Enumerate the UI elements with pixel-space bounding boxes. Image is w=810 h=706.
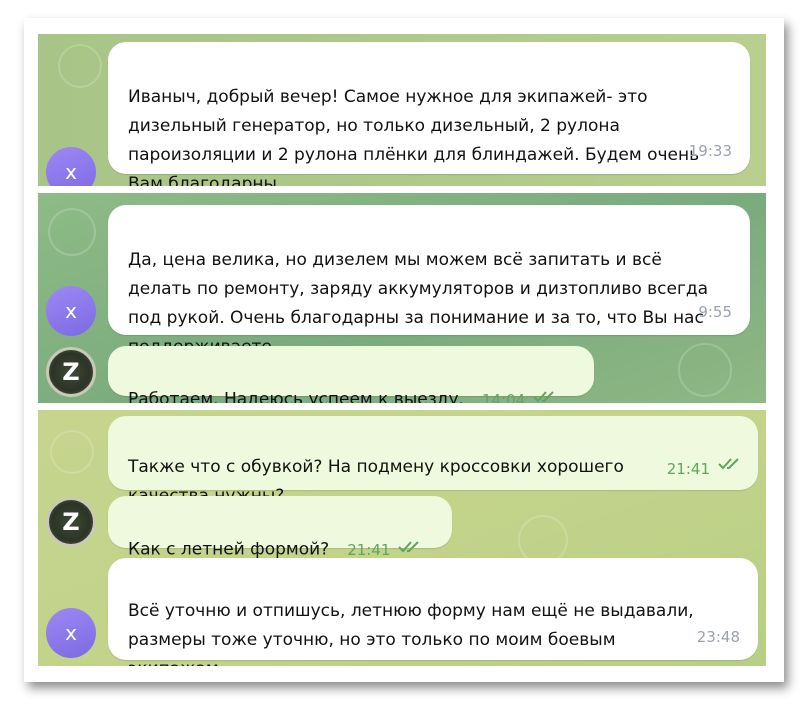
message-time: 19:33 <box>688 142 732 160</box>
avatar-letter: Z <box>62 358 80 386</box>
avatar-letter: x <box>65 299 77 323</box>
message-text: Всё уточню и отпишусь, летнюю форму нам … <box>128 601 694 666</box>
message-bubble[interactable]: Иваныч, добрый вечер! Самое нужное для э… <box>108 42 750 186</box>
avatar-letter: Z <box>62 508 80 536</box>
message-bubble-outgoing[interactable]: Работаем. Надеюсь успеем к выезду. 14:04 <box>108 346 594 403</box>
read-ticks-icon <box>533 385 559 403</box>
message-bubble-outgoing[interactable]: Как с летней формой? 21:41 <box>108 496 452 560</box>
avatar-letter: x <box>65 160 77 184</box>
screenshot-collage: Иваныч, добрый вечер! Самое нужное для э… <box>24 18 784 682</box>
message-time: 9:55 <box>698 303 732 321</box>
message-bubble[interactable]: Всё уточню и отпишусь, летнюю форму нам … <box>108 558 758 666</box>
message-text: Иваныч, добрый вечер! Самое нужное для э… <box>128 87 700 186</box>
message-time: 21:41 <box>666 460 710 478</box>
message-text: Работаем. Надеюсь успеем к выезду. <box>128 389 464 404</box>
message-bubble[interactable]: Да, цена велика, но дизелем мы можем всё… <box>108 205 750 357</box>
avatar-letter: x <box>65 621 77 645</box>
message-bubble-outgoing[interactable]: Также что с обувкой? На подмену кроссовк… <box>108 416 758 506</box>
avatar-x[interactable]: x <box>46 147 96 186</box>
chat-panel-1: Иваныч, добрый вечер! Самое нужное для э… <box>38 34 766 186</box>
message-time: 14:04 <box>481 390 526 404</box>
background-doodle <box>50 430 94 474</box>
chat-panel-3: Также что с обувкой? На подмену кроссовк… <box>38 410 766 666</box>
message-time: 23:48 <box>696 628 740 646</box>
message-time: 21:41 <box>347 540 391 559</box>
avatar-z[interactable]: Z <box>46 347 96 397</box>
chat-panel-2: Да, цена велика, но дизелем мы можем всё… <box>38 193 766 403</box>
avatar-x[interactable]: x <box>46 608 96 658</box>
message-text: Да, цена велика, но дизелем мы можем всё… <box>128 250 709 357</box>
avatar-x[interactable]: x <box>46 286 96 336</box>
background-doodle <box>48 208 96 256</box>
message-text: Как с летней формой? <box>128 539 330 560</box>
read-ticks-icon <box>718 452 744 481</box>
background-doodle <box>58 44 102 88</box>
avatar-z[interactable]: Z <box>46 497 96 547</box>
